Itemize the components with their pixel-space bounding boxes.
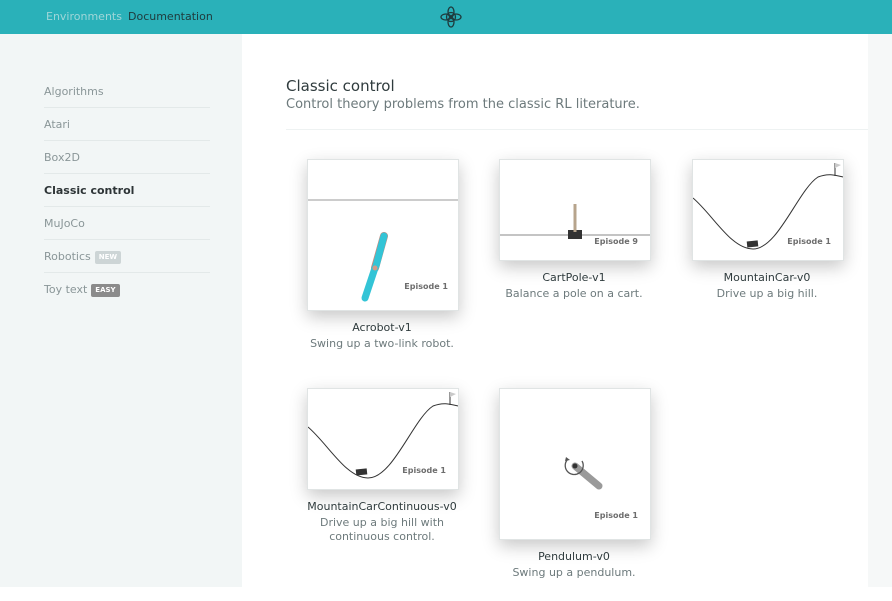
openai-gym-logo-icon[interactable] [438,4,464,30]
episode-label: Episode 1 [402,466,446,475]
sidebar-item-toy-text[interactable]: Toy text EASY [44,274,210,306]
env-desc-mountaincar: Drive up a big hill. [716,287,818,300]
sidebar: Algorithms Atari Box2D Classic control M… [0,34,242,587]
sidebar-item-algorithms[interactable]: Algorithms [44,76,210,108]
page-title: Classic control [286,77,395,95]
env-card-mountaincar[interactable]: Episode 1 [692,159,844,261]
env-card-acrobot[interactable]: Episode 1 [307,159,459,311]
sidebar-item-label: Algorithms [44,85,104,98]
env-name-acrobot[interactable]: Acrobot-v1 [307,321,457,334]
page-subtitle: Control theory problems from the classic… [286,97,640,112]
env-desc-line: continuous control. [329,530,435,543]
env-desc-cartpole: Balance a pole on a cart. [505,287,643,300]
nav-link-environments[interactable]: Environments [46,10,122,23]
env-card-cartpole[interactable]: Episode 9 [499,159,651,261]
sidebar-item-atari[interactable]: Atari [44,109,210,141]
episode-label: Episode 1 [594,511,638,520]
env-desc-pendulum: Swing up a pendulum. [512,566,636,579]
divider [286,129,868,130]
sidebar-item-label: MuJoCo [44,217,85,230]
episode-label: Episode 1 [787,237,831,246]
sidebar-item-robotics[interactable]: Robotics NEW [44,241,210,273]
sidebar-item-label: Classic control [44,184,135,197]
env-card-mountaincarcontinuous[interactable]: Episode 1 [307,388,459,490]
sidebar-item-label: Robotics [44,250,91,263]
env-name-pendulum[interactable]: Pendulum-v0 [499,550,649,563]
episode-label: Episode 1 [404,282,448,291]
new-badge: NEW [94,250,122,264]
env-name-cartpole[interactable]: CartPole-v1 [499,271,649,284]
env-name-mountaincar[interactable]: MountainCar-v0 [692,271,842,284]
sidebar-item-label: Toy text [44,283,88,296]
env-desc-line: Drive up a big hill with [319,516,444,529]
sidebar-item-classic-control[interactable]: Classic control [44,175,210,207]
env-name-mountaincarcontinuous[interactable]: MountainCarContinuous-v0 [287,500,477,513]
sidebar-item-mujoco[interactable]: MuJoCo [44,208,210,240]
sidebar-item-label: Atari [44,118,70,131]
easy-badge: EASY [91,283,120,297]
top-navigation-bar: Environments Documentation [0,0,892,34]
nav-link-documentation[interactable]: Documentation [128,10,213,23]
episode-label: Episode 9 [594,237,638,246]
sidebar-item-label: Box2D [44,151,80,164]
env-desc-acrobot: Swing up a two-link robot. [310,337,454,350]
env-card-pendulum[interactable]: Episode 1 [499,388,651,540]
sidebar-item-box2d[interactable]: Box2D [44,142,210,174]
page-bottom-margin [0,587,892,601]
env-desc-mountaincarcontinuous: Drive up a big hill with continuous cont… [297,516,467,544]
